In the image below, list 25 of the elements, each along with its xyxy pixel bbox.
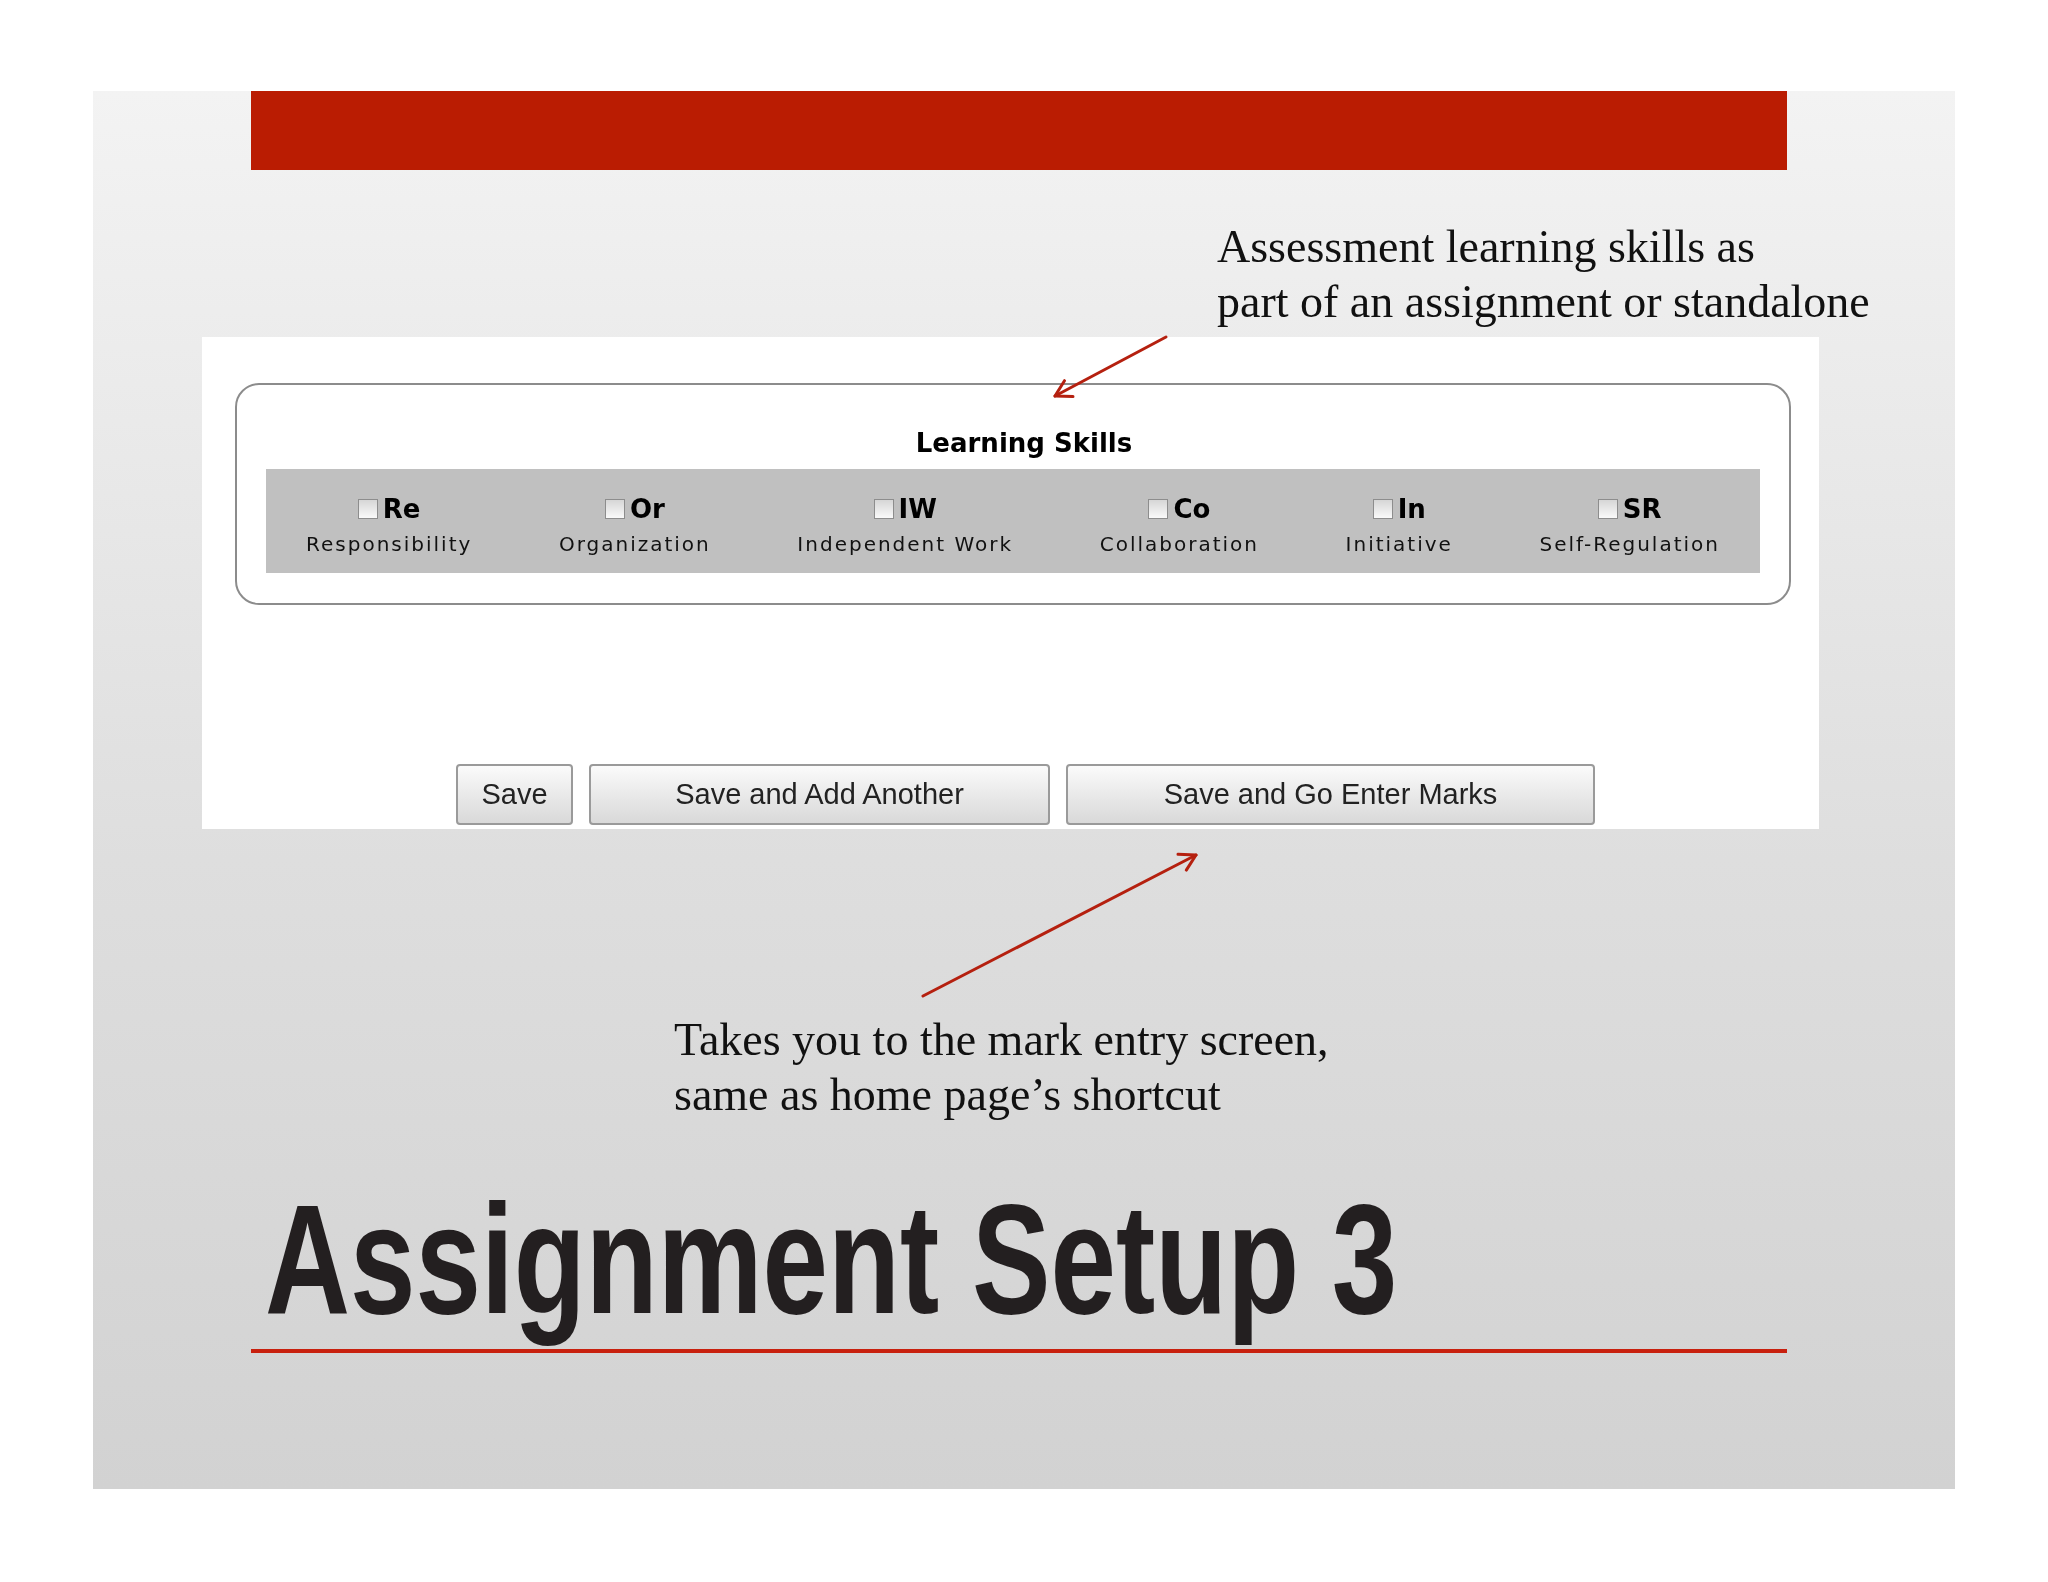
annotation-text: Takes you to the mark entry screen, same as home page’s shortcut xyxy=(674,1013,1329,1122)
skill-label: Initiative xyxy=(1345,532,1453,556)
skill-code: Re xyxy=(382,494,421,524)
annotation-text: Assessment learning skills as part of an assignment or standalone xyxy=(1217,220,1870,329)
checkbox[interactable] xyxy=(1597,499,1618,519)
skill-label: Self-Regulation xyxy=(1539,532,1720,556)
skill-label: Independent Work xyxy=(797,532,1014,556)
skill-label: Collaboration xyxy=(1099,532,1259,556)
slide-title: Assignment Setup 3 xyxy=(265,1172,1398,1348)
fieldset-legend: Learning Skills xyxy=(915,428,1133,458)
checkbox[interactable] xyxy=(357,499,378,519)
skill-code: In xyxy=(1397,494,1426,524)
action-button[interactable]: Save xyxy=(456,764,573,825)
skill-label: Organization xyxy=(558,532,711,556)
checkbox[interactable] xyxy=(1148,499,1169,519)
skill-code: SR xyxy=(1622,494,1662,524)
checkbox[interactable] xyxy=(873,499,894,519)
checkbox[interactable] xyxy=(1372,499,1393,519)
skill-code: IW xyxy=(898,494,937,524)
checkbox[interactable] xyxy=(604,499,625,519)
action-button[interactable]: Save and Add Another xyxy=(589,764,1050,825)
action-button[interactable]: Save and Go Enter Marks xyxy=(1066,764,1595,825)
skill-code: Or xyxy=(629,494,665,524)
skill-label: Responsibility xyxy=(306,532,473,556)
skill-code: Co xyxy=(1173,494,1211,524)
